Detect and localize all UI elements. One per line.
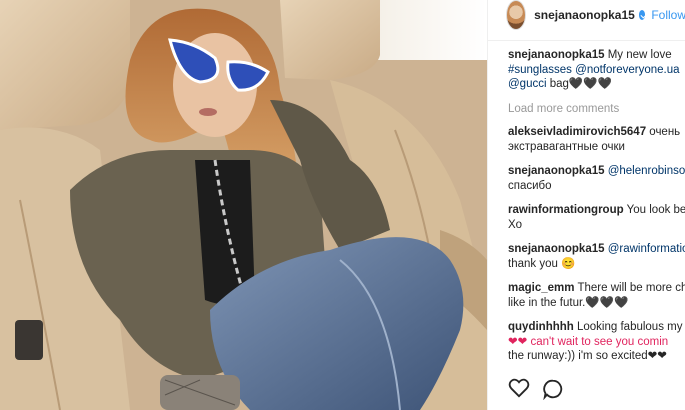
comment-username[interactable]: alekseivladimirovich5647: [508, 126, 646, 138]
comment-text: Looking fabulous my: [577, 321, 683, 333]
comment-text: thank you 😊: [508, 257, 576, 270]
comment-text-line2: ❤❤ can't wait to see you comin: [508, 335, 669, 348]
avatar[interactable]: [506, 0, 527, 30]
comment-username[interactable]: quydinhhhh: [508, 321, 574, 333]
caption-text-end: bag🖤🖤🖤: [546, 78, 612, 90]
caption-username[interactable]: snejanaonopka15: [508, 49, 605, 61]
caption-mention-gucci[interactable]: @gucci: [508, 78, 547, 90]
comment-mention[interactable]: @helenrobinson: [608, 165, 685, 177]
comment-bubble-icon[interactable]: [542, 378, 564, 400]
comment-username[interactable]: magic_emm: [508, 282, 574, 294]
comment-username[interactable]: rawinformationgroup: [508, 204, 624, 216]
load-more-comments-link[interactable]: Load more comments: [508, 102, 685, 117]
comment-mention[interactable]: @rawinformatio: [608, 243, 685, 255]
post-photo-illustration: [0, 0, 487, 410]
heart-outline-icon[interactable]: [508, 378, 530, 400]
comment-text-line2: Xo: [508, 218, 523, 231]
follow-button[interactable]: Follow: [651, 8, 685, 22]
post-photo[interactable]: [0, 0, 487, 410]
header-divider: [488, 40, 685, 41]
comment-text-line3: the runway:)) i'm so excited❤❤: [508, 350, 667, 362]
comment-item: alekseivladimirovich5647 очень экстраваг…: [508, 125, 685, 154]
comment-text: There will be more ch: [577, 282, 685, 294]
comment-item: snejanaonopka15 @rawinformatio thank you…: [508, 242, 685, 271]
comment-username[interactable]: snejanaonopka15: [508, 243, 605, 255]
caption-hashtag[interactable]: #sunglasses: [508, 64, 572, 76]
caption: snejanaonopka15 My new love #sunglasses …: [508, 48, 685, 92]
comment-panel: snejanaonopka15 Follow snejanaonopka15 M…: [487, 0, 685, 410]
comment-item: snejanaonopka15 @helenrobinson спасибо: [508, 164, 685, 193]
instagram-post: snejanaonopka15 Follow snejanaonopka15 M…: [0, 0, 685, 410]
comment-item: magic_emm There will be more ch like in …: [508, 281, 685, 310]
header-username[interactable]: snejanaonopka15: [534, 8, 635, 22]
comment-item: quydinhhhh Looking fabulous my ❤❤ can't …: [508, 320, 685, 364]
verified-badge-icon: [638, 10, 646, 20]
comment-text: спасибо: [508, 179, 552, 192]
comment-item: rawinformationgroup You look be Xo: [508, 203, 685, 232]
action-bar: [508, 378, 564, 400]
comment-list: snejanaonopka15 My new love #sunglasses …: [508, 48, 685, 374]
caption-text: My new love: [607, 49, 672, 61]
comment-text-line2: like in the futur.🖤🖤🖤: [508, 296, 629, 309]
comment-text: You look be: [626, 204, 685, 216]
comment-username[interactable]: snejanaonopka15: [508, 165, 605, 177]
caption-mention-account[interactable]: @notforeveryone.ua: [575, 64, 679, 76]
post-header: snejanaonopka15 Follow: [488, 0, 685, 30]
